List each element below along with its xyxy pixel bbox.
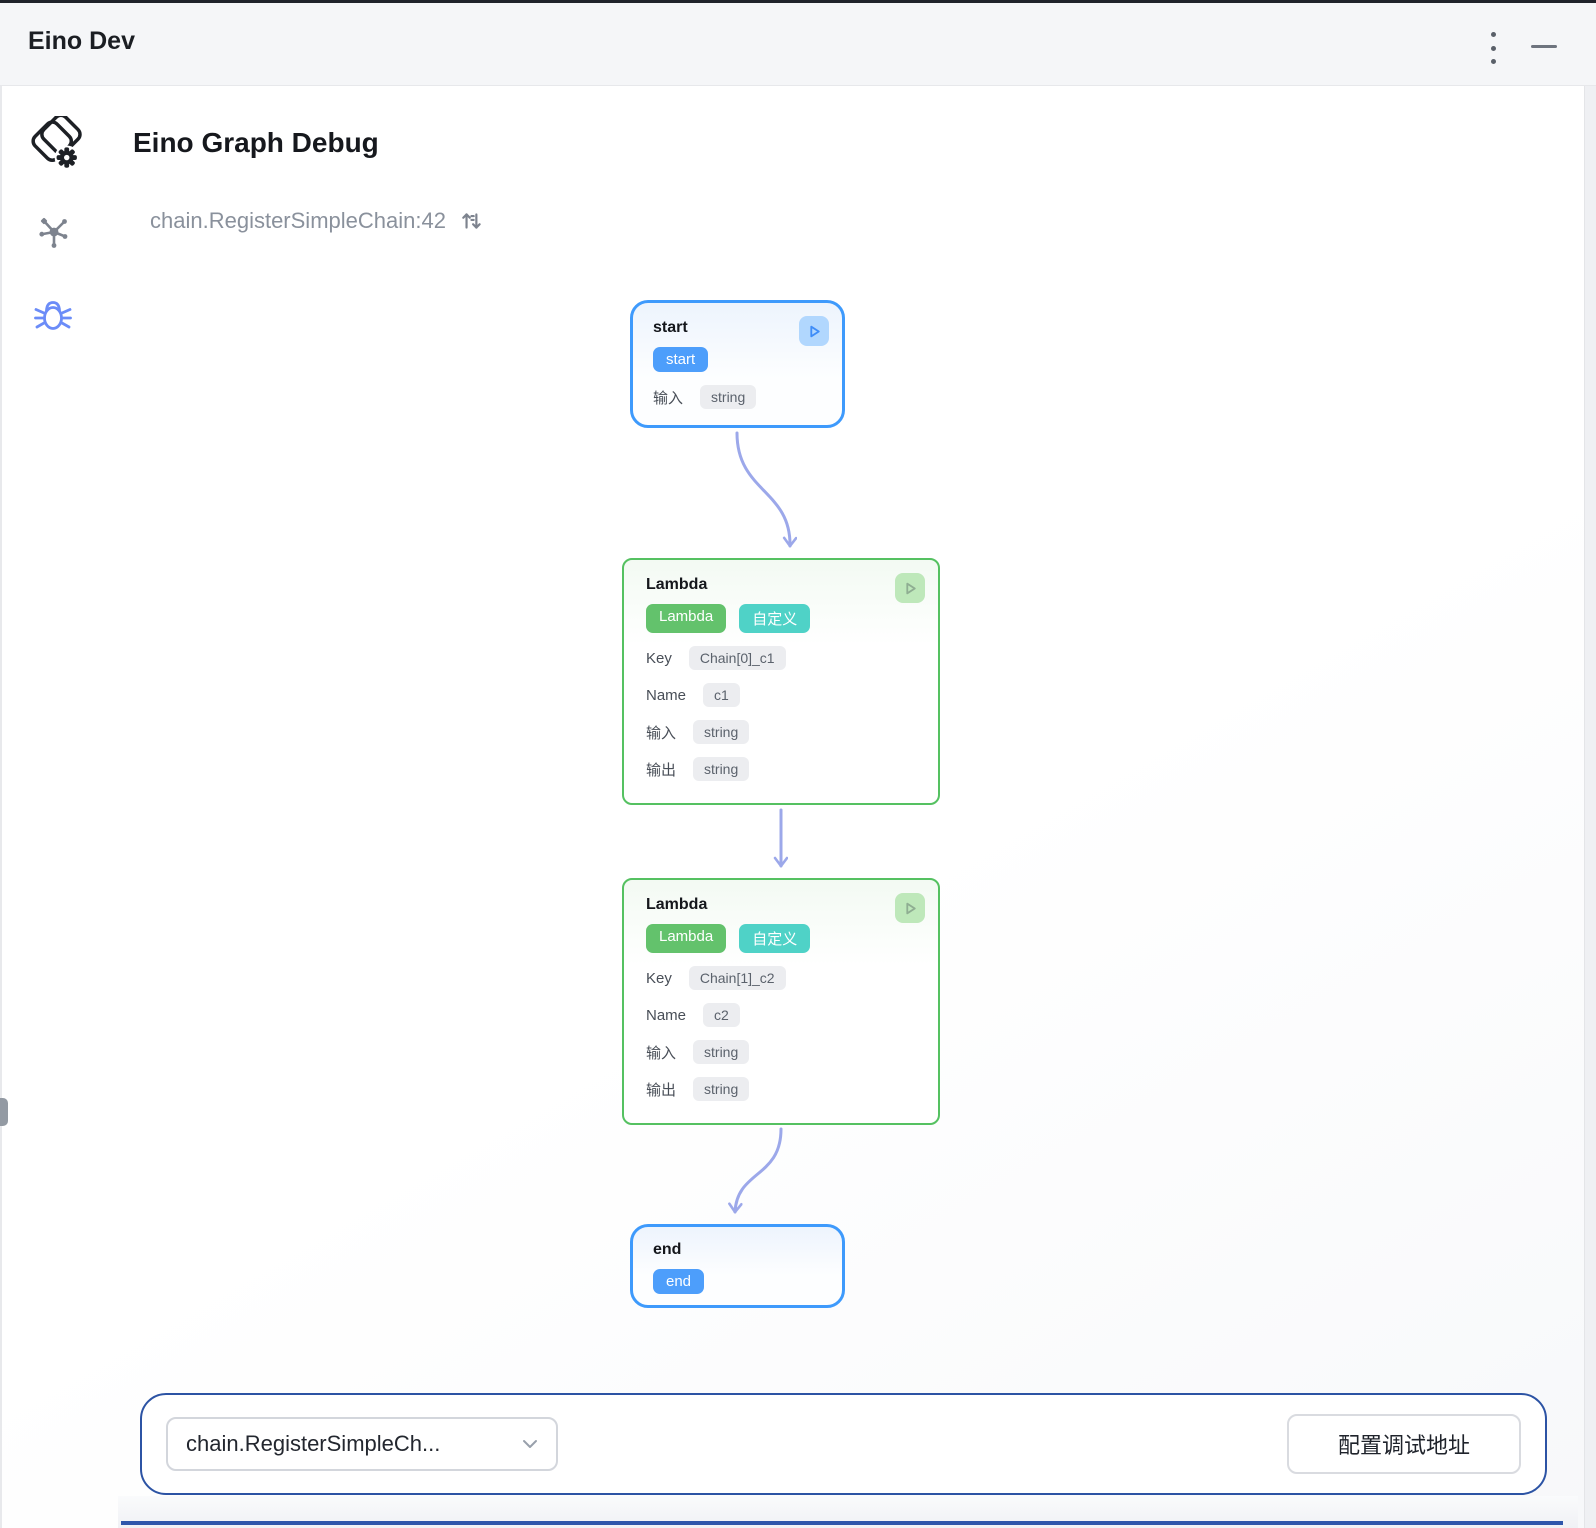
kebab-dot [1491,59,1496,64]
eino-logo-icon [30,116,88,174]
input-label: 输入 [646,722,676,743]
flow-node-lambda-c2[interactable]: Lambda Lambda 自定义 Key Chain[1]_c2 Name c… [622,878,940,1125]
custom-tag: 自定义 [739,924,810,953]
kebab-dot [1491,32,1496,37]
input-type-pill: string [700,385,756,409]
name-label: Name [646,687,686,704]
input-label: 输入 [653,387,683,408]
name-value-pill: c2 [703,1003,740,1027]
page-title: Eino Graph Debug [133,127,379,159]
chain-selector-value: chain.RegisterSimpleCh... [186,1431,440,1457]
input-type-pill: string [693,720,749,744]
kebab-menu-icon[interactable] [1486,32,1500,64]
node-type-tag: start [653,347,708,372]
minimize-icon[interactable] [1531,45,1557,48]
window-titlebar: Eino Dev [0,3,1596,86]
play-icon [903,901,918,916]
run-node-button[interactable] [895,573,925,603]
breadcrumb: chain.RegisterSimpleChain:42 [150,208,484,234]
key-value-pill: Chain[0]_c1 [689,646,786,670]
node-title: Lambda [646,896,916,914]
output-type-pill: string [693,1077,749,1101]
output-label: 输出 [646,759,676,780]
gear-icon [57,147,77,167]
custom-tag: 自定义 [739,604,810,633]
chain-function-label: chain.RegisterSimpleChain:42 [150,208,446,234]
window-top-border [0,0,1596,3]
key-label: Key [646,970,672,987]
play-icon [903,581,918,596]
node-title: Lambda [646,576,916,594]
play-icon [807,324,822,339]
node-type-tag: Lambda [646,604,726,633]
configure-debug-address-button[interactable]: 配置调试地址 [1287,1414,1521,1474]
debug-toolbar: chain.RegisterSimpleCh... 配置调试地址 [140,1393,1547,1495]
kebab-dot [1491,46,1496,51]
bottom-panel-top-border [121,1521,1563,1525]
input-type-pill: string [693,1040,749,1064]
name-value-pill: c1 [703,683,740,707]
panel-drag-handle[interactable] [0,1098,8,1126]
node-type-tag: Lambda [646,924,726,953]
run-node-button[interactable] [799,316,829,346]
output-type-pill: string [693,757,749,781]
chevron-down-icon [522,1439,538,1449]
chain-selector-dropdown[interactable]: chain.RegisterSimpleCh... [166,1417,558,1471]
output-label: 输出 [646,1079,676,1100]
bug-debug-icon[interactable] [33,293,73,335]
sort-icon[interactable] [460,209,484,233]
window-title: Eino Dev [28,27,135,56]
graph-view-icon[interactable] [36,212,72,252]
flow-node-start[interactable]: start start 输入 string [630,300,845,428]
run-node-button[interactable] [895,893,925,923]
scrollbar-gutter[interactable] [1584,86,1596,1528]
flow-node-lambda-c1[interactable]: Lambda Lambda 自定义 Key Chain[0]_c1 Name c… [622,558,940,805]
flow-node-end[interactable]: end end [630,1224,845,1308]
node-title: end [653,1241,822,1259]
name-label: Name [646,1007,686,1024]
input-label: 输入 [646,1042,676,1063]
key-value-pill: Chain[1]_c2 [689,966,786,990]
key-label: Key [646,650,672,667]
node-type-tag: end [653,1269,704,1294]
node-title: start [653,319,822,337]
